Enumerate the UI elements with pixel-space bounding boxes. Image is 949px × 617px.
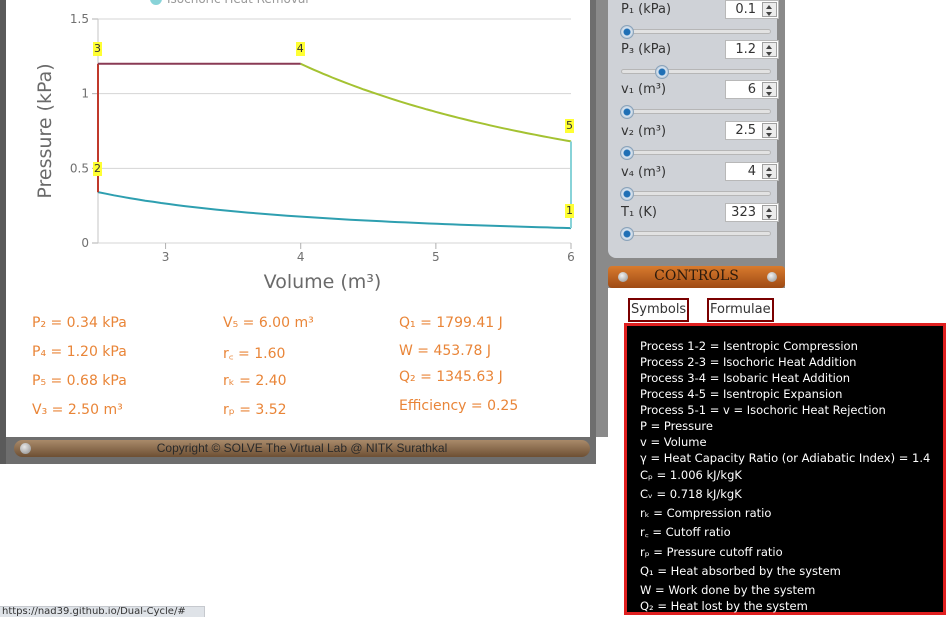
- parameter-panel: P₁ (kPa) 0.1 P₃ (kPa) 1.2 v₁ (m³) 6 v₂ (…: [608, 0, 779, 258]
- state-label-1: 1: [565, 204, 574, 219]
- symbols-panel: Process 1-2 = Isentropic Compression Pro…: [624, 323, 946, 615]
- x-tick-label: 4: [297, 250, 305, 264]
- result-q1: Q₁ = 1799.41 J: [399, 315, 503, 331]
- v1-input[interactable]: 6: [725, 80, 779, 99]
- v2-slider-handle[interactable]: [620, 146, 634, 160]
- copyright-text: Copyright © SOLVE The Virtual Lab @ NITK…: [156, 441, 448, 455]
- p1-value: 0.1: [735, 2, 756, 17]
- symbol-line: Process 4-5 = Isentropic Expansion: [640, 387, 843, 401]
- state-label-5: 5: [565, 119, 574, 134]
- v2-slider[interactable]: [620, 146, 771, 160]
- y-tick-label: 1.5: [70, 12, 89, 26]
- symbol-line: Process 1-2 = Isentropic Compression: [640, 339, 858, 353]
- x-tick-label: 6: [567, 250, 575, 264]
- y-tick-label: 0: [81, 236, 89, 250]
- t1-spinner-icon[interactable]: [762, 205, 777, 220]
- symbol-line: Q₂ = Heat lost by the system: [640, 599, 808, 613]
- symbol-line: γ = Heat Capacity Ratio (or Adiabatic In…: [640, 451, 931, 465]
- v1-value: 6: [747, 82, 756, 97]
- state-label-3: 3: [93, 41, 102, 56]
- param-label-v4: v₄ (m³): [621, 165, 667, 180]
- x-tick-label: 3: [162, 250, 170, 264]
- result-p5: P₅ = 0.68 kPa: [32, 373, 127, 389]
- result-w: W = 453.78 J: [399, 343, 492, 359]
- param-label-v1: v₁ (m³): [621, 82, 667, 97]
- param-label-t1: T₁ (K): [621, 205, 657, 220]
- result-rk: rₖ = 2.40: [223, 373, 287, 389]
- p3-slider-handle[interactable]: [655, 65, 670, 79]
- p3-spinner-icon[interactable]: [762, 42, 777, 57]
- v1-slider[interactable]: [620, 105, 771, 119]
- formulae-button[interactable]: Formulae: [707, 298, 774, 322]
- symbol-line: v = Volume: [640, 435, 707, 449]
- v2-input[interactable]: 2.5: [725, 121, 779, 140]
- p1-spinner-icon[interactable]: [762, 2, 777, 17]
- symbol-line: Process 5-1 = v = Isochoric Heat Rejecti…: [640, 403, 886, 417]
- v4-slider-handle[interactable]: [620, 187, 634, 201]
- legend-marker: [150, 0, 162, 5]
- result-p2: P₂ = 0.34 kPa: [32, 315, 127, 331]
- symbols-button[interactable]: Symbols: [628, 298, 690, 322]
- v2-value: 2.5: [735, 123, 756, 138]
- symbol-line: Process 2-3 = Isochoric Heat Addition: [640, 355, 857, 369]
- symbol-line: rₚ = Pressure cutoff ratio: [640, 545, 783, 559]
- p3-input[interactable]: 1.2: [725, 40, 779, 59]
- browser-status-url: https://nad39.github.io/Dual-Cycle/#: [0, 606, 205, 617]
- v4-spinner-icon[interactable]: [762, 164, 777, 179]
- t1-slider-handle[interactable]: [620, 227, 634, 241]
- process-4-5-line: [300, 62, 572, 143]
- symbol-line: r꜀ = Cutoff ratio: [640, 525, 731, 539]
- result-v5: V₅ = 6.00 m³: [223, 315, 314, 331]
- symbol-line: W = Work done by the system: [640, 583, 816, 597]
- state-label-2: 2: [93, 162, 102, 177]
- result-v3: V₃ = 2.50 m³: [32, 402, 123, 418]
- symbol-line: Cₚ = 1.006 kJ/kgK: [640, 468, 742, 482]
- x-axis-title: Volume (m³): [264, 271, 382, 293]
- y-tick-label: 0.5: [70, 161, 89, 175]
- app-frame: Isochoric Heat Removal 0 0.5 1 1.5 3 4 5 6 Volume…: [0, 0, 596, 464]
- controls-right-knob-icon: [767, 272, 777, 282]
- process-1-2-line: [97, 191, 572, 230]
- p1-slider-handle[interactable]: [620, 25, 634, 39]
- legend-label: Isochoric Heat Removal: [167, 0, 309, 6]
- symbol-line: rₖ = Compression ratio: [640, 506, 772, 520]
- param-label-p1: P₁ (kPa): [621, 2, 672, 17]
- t1-input[interactable]: 323: [725, 203, 779, 222]
- v4-value: 4: [747, 164, 756, 179]
- plot-panel: Isochoric Heat Removal 0 0.5 1 1.5 3 4 5 6 Volume…: [6, 0, 590, 437]
- symbol-line: Process 3-4 = Isobaric Heat Addition: [640, 371, 851, 385]
- p1-input[interactable]: 0.1: [725, 0, 779, 19]
- y-tick-label: 1: [81, 87, 89, 101]
- result-p4: P₄ = 1.20 kPa: [32, 344, 127, 360]
- t1-value: 323: [731, 205, 756, 220]
- param-label-v2: v₂ (m³): [621, 124, 667, 139]
- state-label-4: 4: [295, 41, 305, 56]
- result-rp: rₚ = 3.52: [223, 402, 287, 418]
- p3-value: 1.2: [735, 42, 756, 57]
- symbol-line: Cᵥ = 0.718 kJ/kgK: [640, 487, 742, 501]
- controls-header: CONTROLS: [608, 266, 785, 288]
- p1-slider[interactable]: [620, 25, 771, 39]
- y-axis-title: Pressure (kPa): [34, 63, 56, 198]
- symbol-line: P = Pressure: [640, 419, 713, 433]
- result-q2: Q₂ = 1345.63 J: [399, 369, 503, 385]
- v4-slider[interactable]: [620, 187, 771, 201]
- v4-input[interactable]: 4: [725, 162, 779, 181]
- status-bar: Copyright © SOLVE The Virtual Lab @ NITK…: [14, 440, 590, 457]
- v1-spinner-icon[interactable]: [762, 82, 777, 97]
- controls-title: CONTROLS: [654, 268, 739, 284]
- p3-slider[interactable]: [621, 65, 771, 79]
- param-label-p3: P₃ (kPa): [621, 42, 672, 57]
- x-tick-label: 5: [432, 250, 440, 264]
- symbol-line: Q₁ = Heat absorbed by the system: [640, 564, 841, 578]
- v2-spinner-icon[interactable]: [762, 123, 777, 138]
- t1-slider[interactable]: [620, 227, 771, 241]
- result-efficiency: Efficiency = 0.25: [399, 398, 519, 414]
- v1-slider-handle[interactable]: [620, 105, 634, 119]
- result-rc: r꜀ = 1.60: [223, 346, 286, 362]
